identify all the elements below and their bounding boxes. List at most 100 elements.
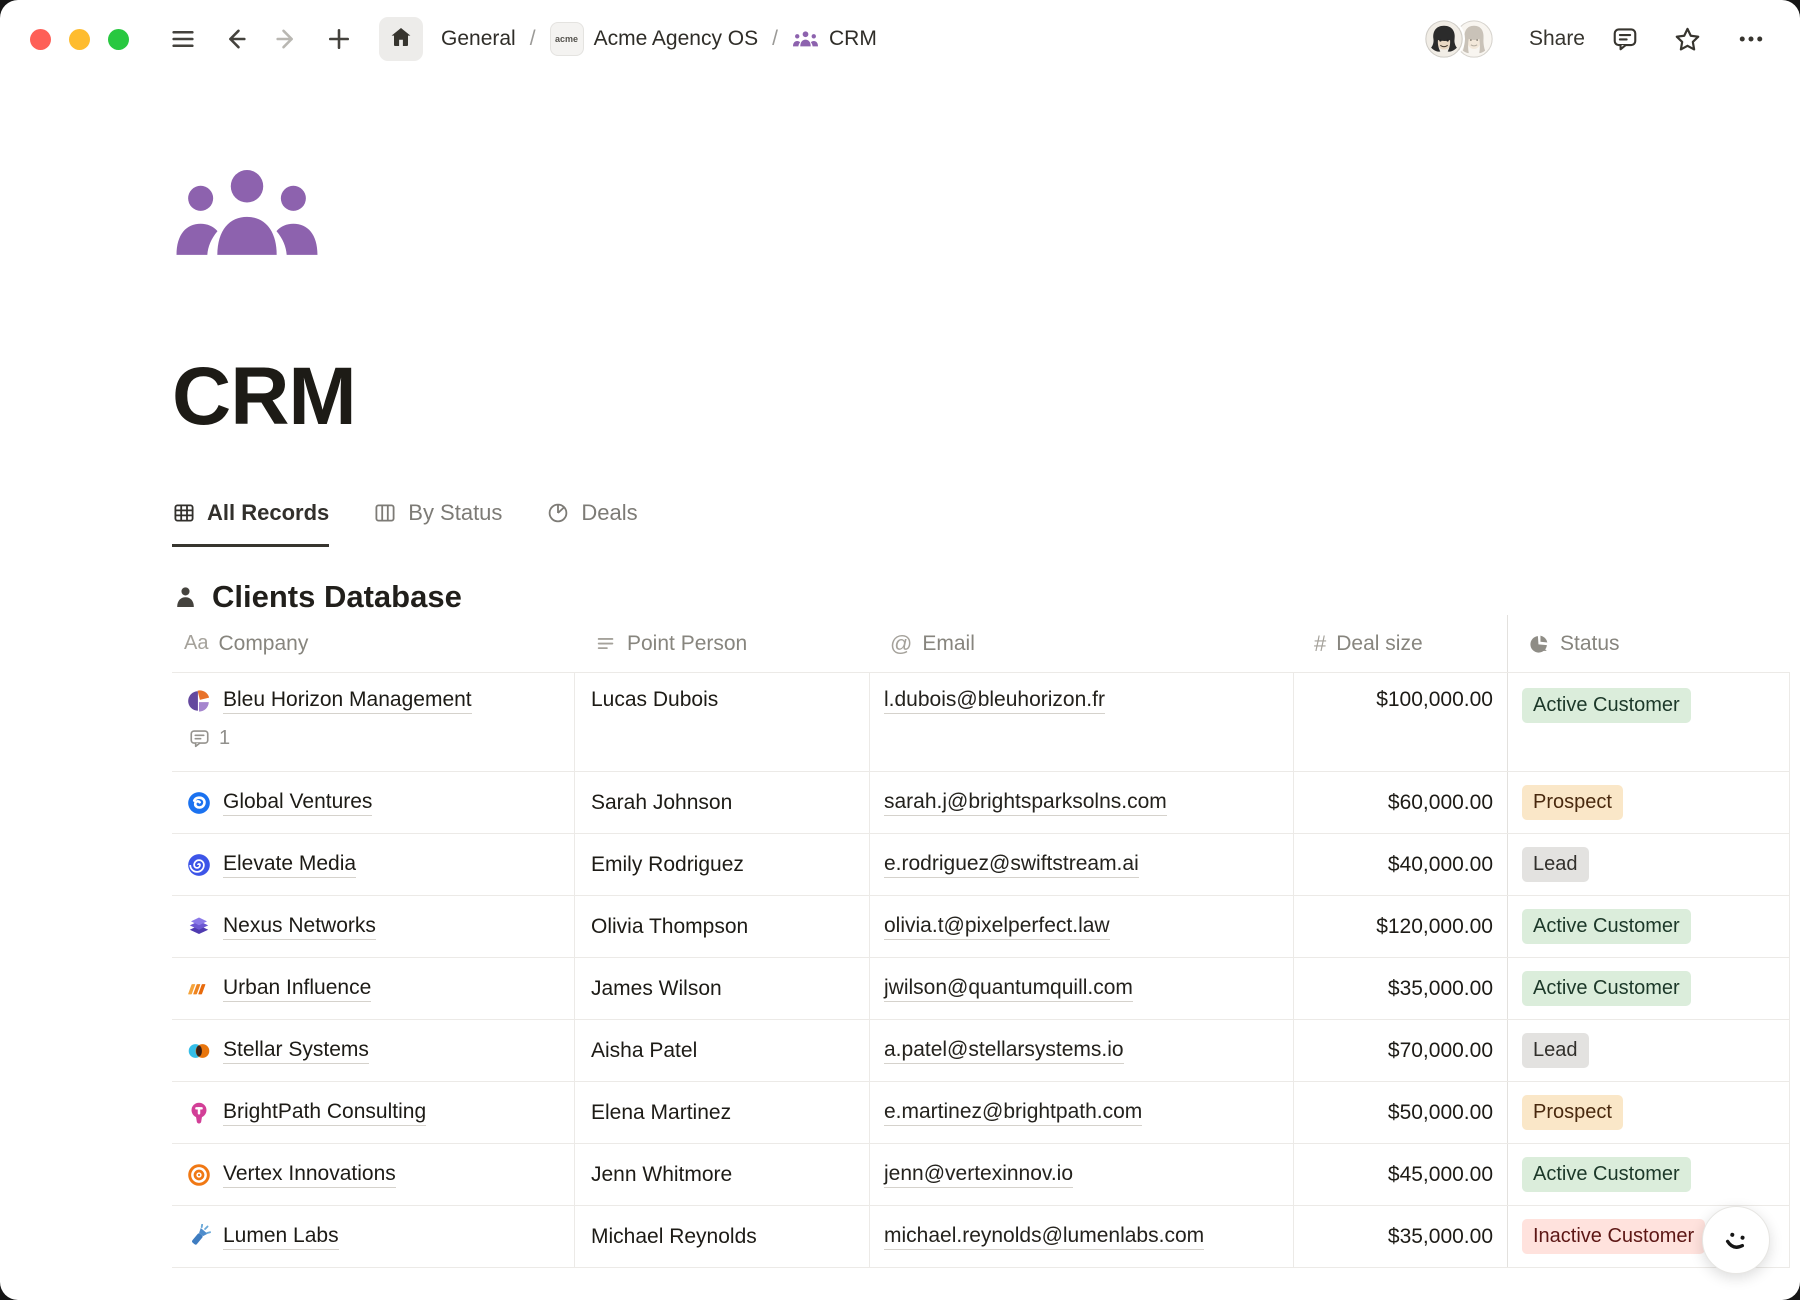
status-cell[interactable]: Active Customer: [1507, 1144, 1790, 1205]
company-name-link[interactable]: Urban Influence: [223, 976, 371, 1002]
deal-size-cell[interactable]: $35,000.00: [1294, 958, 1507, 1019]
status-cell[interactable]: Prospect: [1507, 772, 1790, 833]
status-cell[interactable]: Active Customer: [1507, 958, 1790, 1019]
column-header-status[interactable]: Status: [1507, 615, 1790, 672]
deal-size-cell[interactable]: $60,000.00: [1294, 772, 1507, 833]
company-name-link[interactable]: Lumen Labs: [223, 1224, 339, 1250]
status-badge[interactable]: Active Customer: [1522, 1157, 1691, 1192]
close-window-button[interactable]: [30, 29, 51, 50]
minimize-window-button[interactable]: [69, 29, 90, 50]
table-row[interactable]: Stellar Systems Aisha Patel a.patel@stel…: [172, 1020, 1790, 1082]
column-header-point-person[interactable]: Point Person: [575, 615, 870, 672]
email-link[interactable]: olivia.t@pixelperfect.law: [884, 914, 1110, 940]
company-name-link[interactable]: Global Ventures: [223, 790, 372, 816]
comment-count[interactable]: 1: [188, 727, 230, 750]
status-cell[interactable]: Active Customer: [1507, 896, 1790, 957]
table-row[interactable]: Nexus Networks Olivia Thompson olivia.t@…: [172, 896, 1790, 958]
email-link[interactable]: jenn@vertexinnov.io: [884, 1162, 1073, 1188]
column-header-company[interactable]: Aa Company: [172, 615, 575, 672]
company-cell[interactable]: BrightPath Consulting: [172, 1082, 575, 1143]
status-badge[interactable]: Prospect: [1522, 785, 1623, 820]
company-name-link[interactable]: Bleu Horizon Management: [223, 688, 472, 714]
company-name-link[interactable]: Nexus Networks: [223, 914, 376, 940]
status-badge[interactable]: Active Customer: [1522, 909, 1691, 944]
tab-all-records[interactable]: All Records: [172, 500, 329, 547]
deal-size-cell[interactable]: $40,000.00: [1294, 834, 1507, 895]
email-cell[interactable]: sarah.j@brightsparksolns.com: [870, 772, 1294, 833]
status-cell[interactable]: Lead: [1507, 1020, 1790, 1081]
tab-by-status[interactable]: By Status: [373, 500, 502, 547]
status-badge[interactable]: Lead: [1522, 847, 1589, 882]
status-badge[interactable]: Lead: [1522, 1033, 1589, 1068]
email-cell[interactable]: olivia.t@pixelperfect.law: [870, 896, 1294, 957]
comments-button[interactable]: [1611, 25, 1639, 53]
status-cell[interactable]: Active Customer: [1507, 673, 1790, 771]
company-cell[interactable]: Nexus Networks: [172, 896, 575, 957]
email-link[interactable]: a.patel@stellarsystems.io: [884, 1038, 1124, 1064]
deal-size-cell[interactable]: $50,000.00: [1294, 1082, 1507, 1143]
company-name-link[interactable]: Elevate Media: [223, 852, 356, 878]
table-row[interactable]: Elevate Media Emily Rodriguez e.rodrigue…: [172, 834, 1790, 896]
status-cell[interactable]: Lead: [1507, 834, 1790, 895]
email-link[interactable]: jwilson@quantumquill.com: [884, 976, 1133, 1002]
company-cell[interactable]: Elevate Media: [172, 834, 575, 895]
point-person-cell[interactable]: Olivia Thompson: [575, 896, 870, 957]
email-cell[interactable]: e.martinez@brightpath.com: [870, 1082, 1294, 1143]
forward-button[interactable]: [273, 25, 301, 53]
point-person-cell[interactable]: James Wilson: [575, 958, 870, 1019]
company-cell[interactable]: Bleu Horizon Management 1: [172, 673, 575, 771]
email-link[interactable]: l.dubois@bleuhorizon.fr: [884, 688, 1105, 714]
column-header-deal-size[interactable]: # Deal size: [1294, 615, 1507, 672]
status-badge[interactable]: Active Customer: [1522, 971, 1691, 1006]
email-cell[interactable]: michael.reynolds@lumenlabs.com: [870, 1206, 1294, 1267]
company-name-link[interactable]: Stellar Systems: [223, 1038, 369, 1064]
breadcrumb-item-acme-agency-os[interactable]: acme Acme Agency OS: [544, 18, 765, 60]
table-row[interactable]: BrightPath Consulting Elena Martinez e.m…: [172, 1082, 1790, 1144]
point-person-cell[interactable]: Jenn Whitmore: [575, 1144, 870, 1205]
table-row[interactable]: Vertex Innovations Jenn Whitmore jenn@ve…: [172, 1144, 1790, 1206]
point-person-cell[interactable]: Sarah Johnson: [575, 772, 870, 833]
breadcrumb-item-general[interactable]: General: [435, 23, 522, 55]
company-name-link[interactable]: BrightPath Consulting: [223, 1100, 426, 1126]
status-badge[interactable]: Prospect: [1522, 1095, 1623, 1130]
email-cell[interactable]: jwilson@quantumquill.com: [870, 958, 1294, 1019]
column-header-email[interactable]: @ Email: [870, 615, 1294, 672]
deal-size-cell[interactable]: $45,000.00: [1294, 1144, 1507, 1205]
point-person-cell[interactable]: Emily Rodriguez: [575, 834, 870, 895]
table-row[interactable]: Lumen Labs Michael Reynolds michael.reyn…: [172, 1206, 1790, 1268]
email-link[interactable]: sarah.j@brightsparksolns.com: [884, 790, 1167, 816]
deal-size-cell[interactable]: $120,000.00: [1294, 896, 1507, 957]
email-cell[interactable]: jenn@vertexinnov.io: [870, 1144, 1294, 1205]
tab-deals[interactable]: Deals: [546, 500, 637, 547]
point-person-cell[interactable]: Michael Reynolds: [575, 1206, 870, 1267]
email-cell[interactable]: l.dubois@bleuhorizon.fr: [870, 673, 1294, 771]
deal-size-cell[interactable]: $70,000.00: [1294, 1020, 1507, 1081]
home-button[interactable]: [379, 17, 423, 61]
email-link[interactable]: michael.reynolds@lumenlabs.com: [884, 1224, 1204, 1250]
table-row[interactable]: Urban Influence James Wilson jwilson@qua…: [172, 958, 1790, 1020]
company-cell[interactable]: Global Ventures: [172, 772, 575, 833]
deal-size-cell[interactable]: $35,000.00: [1294, 1206, 1507, 1267]
more-options-button[interactable]: [1736, 24, 1766, 54]
page-icon-people-group[interactable]: [172, 164, 322, 266]
email-cell[interactable]: a.patel@stellarsystems.io: [870, 1020, 1294, 1081]
table-row[interactable]: Global Ventures Sarah Johnson sarah.j@br…: [172, 772, 1790, 834]
company-cell[interactable]: Urban Influence: [172, 958, 575, 1019]
deal-size-cell[interactable]: $100,000.00: [1294, 673, 1507, 771]
favorite-button[interactable]: [1673, 25, 1702, 54]
back-button[interactable]: [221, 25, 249, 53]
point-person-cell[interactable]: Aisha Patel: [575, 1020, 870, 1081]
point-person-cell[interactable]: Lucas Dubois: [575, 673, 870, 771]
email-cell[interactable]: e.rodriguez@swiftstream.ai: [870, 834, 1294, 895]
company-cell[interactable]: Lumen Labs: [172, 1206, 575, 1267]
table-row[interactable]: Bleu Horizon Management 1 Lucas Dubois l…: [172, 673, 1790, 772]
hamburger-menu-button[interactable]: [169, 25, 197, 53]
new-tab-button[interactable]: [325, 25, 353, 53]
status-cell[interactable]: Prospect: [1507, 1082, 1790, 1143]
company-cell[interactable]: Stellar Systems: [172, 1020, 575, 1081]
avatar-stack[interactable]: [1423, 18, 1495, 60]
company-name-link[interactable]: Vertex Innovations: [223, 1162, 396, 1188]
status-badge[interactable]: Active Customer: [1522, 688, 1691, 723]
share-button[interactable]: Share: [1519, 21, 1595, 57]
breadcrumb-item-crm[interactable]: CRM: [786, 22, 883, 57]
